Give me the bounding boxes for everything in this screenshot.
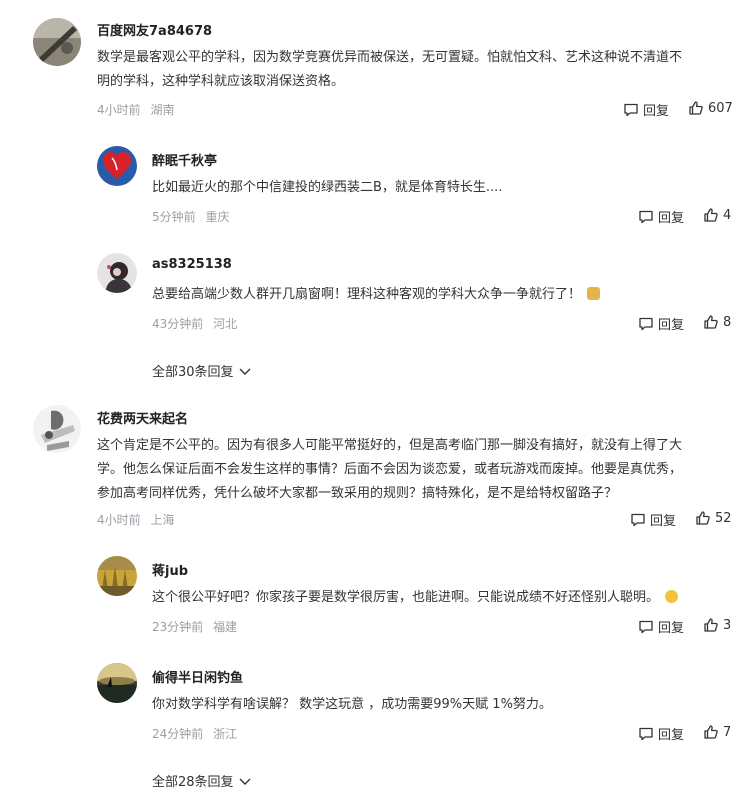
chevron-down-icon bbox=[239, 368, 251, 375]
region: 重庆 bbox=[205, 210, 230, 224]
timestamp: 5分钟前 bbox=[152, 210, 196, 224]
comment-author[interactable]: 百度网友7a84678 bbox=[97, 20, 212, 39]
timestamp: 43分钟前 bbox=[152, 317, 204, 331]
reply-label: 回复 bbox=[658, 211, 685, 226]
like-count: 3 bbox=[723, 617, 732, 633]
reply-meta: 5分钟前 重庆 bbox=[152, 208, 235, 225]
timestamp: 4小时前 bbox=[97, 513, 141, 527]
reply-author[interactable]: 偷得半日闲钓鱼 bbox=[152, 667, 243, 686]
reply-label: 回复 bbox=[643, 104, 670, 119]
reply-author[interactable]: 蒋jub bbox=[152, 560, 188, 579]
reply-label: 回复 bbox=[650, 514, 677, 529]
view-all-replies-label: 全部28条回复 bbox=[152, 775, 234, 790]
reply-text-content: 这个很公平好吧？你家孩子要是数学很厉害，也能进啊。只能说成绩不好还怪别人聪明。 bbox=[152, 590, 660, 605]
region: 上海 bbox=[150, 513, 175, 527]
like-count: 607 bbox=[708, 100, 733, 116]
like-count: 7 bbox=[723, 724, 732, 740]
reply-meta: 43分钟前 河北 bbox=[152, 315, 243, 332]
comment-icon bbox=[639, 727, 653, 740]
like-count: 52 bbox=[715, 510, 732, 526]
comment-text: 数学是最客观公平的学科，因为数学竞赛优异而被保送，无可置疑。怕就怕文科、艺术这种… bbox=[97, 46, 747, 94]
avatar[interactable] bbox=[97, 253, 137, 293]
reply-button[interactable]: 回复 bbox=[623, 100, 669, 119]
reply-label: 回复 bbox=[658, 621, 685, 636]
reply-button[interactable]: 回复 bbox=[638, 617, 684, 636]
comment-text-line: 参加高考同样优秀，凭什么破坏大家都一致采用的规则？搞特殊化，是不是给特权留路子？ bbox=[97, 486, 618, 501]
thumbs-up-icon bbox=[704, 315, 718, 329]
chevron-down-icon bbox=[239, 778, 251, 785]
region: 福建 bbox=[213, 620, 238, 634]
thumbs-up-icon bbox=[696, 511, 710, 525]
reply-button[interactable]: 回复 bbox=[638, 207, 684, 226]
comment-meta: 4小时前 湖南 bbox=[97, 101, 180, 118]
like-button[interactable]: 8 bbox=[703, 314, 731, 330]
thumbs-up-icon bbox=[704, 725, 718, 739]
comment-author[interactable]: 花费两天来起名 bbox=[97, 408, 188, 427]
reply-author[interactable]: as8325138 bbox=[152, 257, 232, 272]
avatar[interactable] bbox=[97, 663, 137, 703]
timestamp: 23分钟前 bbox=[152, 620, 204, 634]
reply-button[interactable]: 回复 bbox=[630, 510, 676, 529]
comment-icon bbox=[631, 513, 645, 526]
avatar[interactable] bbox=[33, 18, 81, 66]
reply-label: 回复 bbox=[658, 728, 685, 743]
timestamp: 24分钟前 bbox=[152, 727, 204, 741]
reply-author[interactable]: 醉眠千秋亭 bbox=[152, 150, 217, 169]
thumbs-up-icon bbox=[704, 618, 718, 632]
view-all-replies-label: 全部30条回复 bbox=[152, 365, 234, 380]
region: 湖南 bbox=[150, 103, 175, 117]
comment-icon bbox=[639, 210, 653, 223]
comment-text-line: 数学是最客观公平的学科，因为数学竞赛优异而被保送，无可置疑。怕就怕文科、艺术这种… bbox=[97, 50, 683, 65]
comment-text-line: 明的学科，这种学科就应该取消保送资格。 bbox=[97, 74, 345, 89]
like-count: 8 bbox=[723, 314, 732, 330]
reply-text: 比如最近火的那个中信建投的绿西装二B，就是体育特长生.... bbox=[152, 180, 503, 195]
reply-text-content: 总要给高端少数人群开几扇窗啊！理科这种客观的学科大众争一争就行了！ bbox=[152, 287, 582, 302]
view-all-replies-button[interactable]: 全部30条回复 bbox=[152, 361, 252, 380]
comment-icon bbox=[639, 317, 653, 330]
avatar[interactable] bbox=[97, 556, 137, 596]
region: 浙江 bbox=[213, 727, 238, 741]
emoji-icon bbox=[587, 287, 601, 300]
thumbs-up-icon bbox=[689, 101, 703, 115]
like-count: 4 bbox=[723, 207, 732, 223]
comment-icon bbox=[624, 103, 638, 116]
avatar[interactable] bbox=[33, 405, 81, 453]
reply-button[interactable]: 回复 bbox=[638, 314, 684, 333]
reply-text: 总要给高端少数人群开几扇窗啊！理科这种客观的学科大众争一争就行了！ bbox=[152, 283, 742, 307]
region: 河北 bbox=[213, 317, 238, 331]
view-all-replies-button[interactable]: 全部28条回复 bbox=[152, 771, 252, 790]
like-button[interactable]: 3 bbox=[703, 617, 731, 633]
comment-text: 这个肯定是不公平的。因为有很多人可能平常挺好的，但是高考临门那一脚没有搞好，就没… bbox=[97, 434, 747, 506]
like-button[interactable]: 7 bbox=[703, 724, 731, 740]
reply-text: 你对数学科学有啥误解？ 数学这玩意 ，成功需要99%天赋 1%努力。 bbox=[152, 697, 552, 712]
thumbs-up-icon bbox=[704, 208, 718, 222]
comment-icon bbox=[639, 620, 653, 633]
reply-meta: 23分钟前 福建 bbox=[152, 618, 243, 635]
like-button[interactable]: 607 bbox=[688, 100, 733, 116]
reply-text: 这个很公平好吧？你家孩子要是数学很厉害，也能进啊。只能说成绩不好还怪别人聪明。 bbox=[152, 586, 742, 610]
emoji-icon bbox=[665, 590, 679, 603]
like-button[interactable]: 52 bbox=[695, 510, 732, 526]
reply-meta: 24分钟前 浙江 bbox=[152, 725, 243, 742]
timestamp: 4小时前 bbox=[97, 103, 141, 117]
reply-label: 回复 bbox=[658, 318, 685, 333]
comment-text-line: 这个肯定是不公平的。因为有很多人可能平常挺好的，但是高考临门那一脚没有搞好，就没… bbox=[97, 438, 683, 453]
avatar[interactable] bbox=[97, 146, 137, 186]
like-button[interactable]: 4 bbox=[703, 207, 731, 223]
comment-text-line: 学。他怎么保证后面不会发生这样的事情？后面不会因为谈恋爱，或者玩游戏而废掉。他要… bbox=[97, 462, 683, 477]
comment-meta: 4小时前 上海 bbox=[97, 511, 180, 528]
reply-button[interactable]: 回复 bbox=[638, 724, 684, 743]
